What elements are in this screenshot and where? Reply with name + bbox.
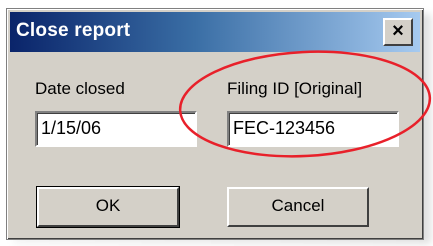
cancel-button[interactable]: Cancel — [227, 187, 369, 227]
close-icon[interactable]: × — [383, 18, 413, 46]
filing-id-field[interactable]: FEC-123456 — [227, 111, 399, 147]
date-closed-label: Date closed — [35, 79, 125, 98]
filing-id-label: Filing ID [Original] — [227, 79, 363, 98]
title-bar[interactable]: Close report × — [10, 12, 420, 52]
screenshot-stage: Close report × Date closed 1/15/06 Filin… — [0, 0, 433, 246]
dialog-title: Close report — [16, 20, 131, 41]
date-closed-field[interactable]: 1/15/06 — [35, 111, 197, 147]
close-report-dialog: Close report × Date closed 1/15/06 Filin… — [6, 8, 424, 240]
ok-button[interactable]: OK — [36, 186, 180, 228]
